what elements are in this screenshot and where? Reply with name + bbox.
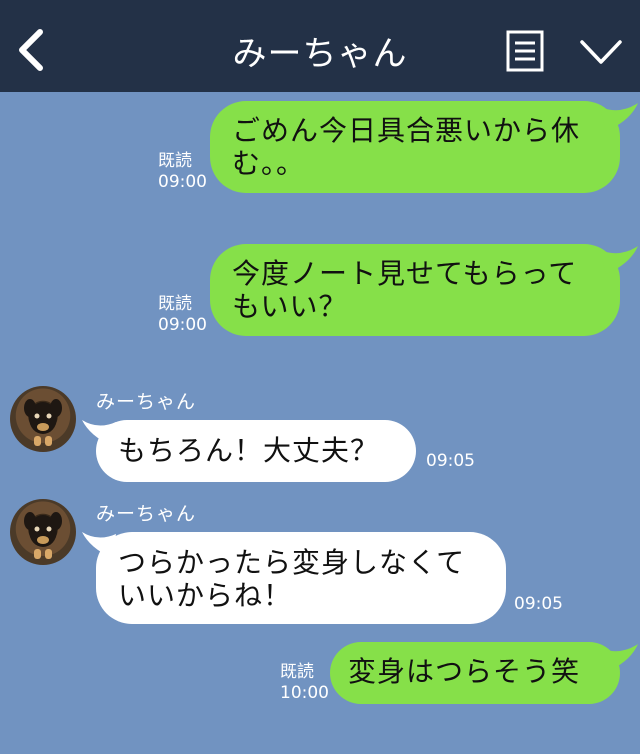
menu-button[interactable] [506, 30, 544, 72]
chat-header: みーちゃん [0, 0, 640, 92]
avatar[interactable] [10, 386, 76, 452]
read-receipt: 既読 [158, 294, 192, 314]
sender-name: みーちゃん [96, 391, 197, 413]
bubble-tail [600, 644, 638, 672]
chat-title: みーちゃん [232, 34, 408, 74]
collapse-button[interactable] [578, 36, 624, 68]
message-text-line: つらかったら変身しなくて [118, 546, 466, 579]
dog-avatar-icon [24, 399, 62, 446]
message-meta: 既読 09:00 [158, 151, 207, 193]
message-meta: 既読 10:00 [280, 662, 329, 704]
message-time: 10:00 [280, 683, 329, 703]
avatar[interactable] [10, 499, 76, 565]
menu-list-icon [506, 30, 544, 72]
message-text-line: 今度ノート見せてもらって [232, 257, 578, 290]
message-text-line: む。。 [232, 147, 306, 180]
message-time: 09:00 [158, 315, 207, 335]
dog-avatar-icon [24, 512, 62, 559]
message-meta: 既読 09:00 [158, 294, 207, 336]
message-bubble-outgoing[interactable]: ごめん今日具合悪いから休 む。。 [210, 101, 620, 193]
read-receipt: 既読 [280, 662, 314, 682]
sender-name: みーちゃん [96, 503, 197, 525]
message-text-line: ごめん今日具合悪いから休 [232, 114, 581, 147]
message-bubble-incoming[interactable]: もちろん！大丈夫？ [96, 420, 416, 482]
message-bubble-outgoing[interactable]: 変身はつらそう笑 [330, 642, 620, 704]
message-time: 09:00 [158, 172, 207, 192]
message-bubble-outgoing[interactable]: 今度ノート見せてもらって もいい？ [210, 244, 620, 336]
message-bubble-incoming[interactable]: つらかったら変身しなくて いいからね！ [96, 532, 506, 624]
bubble-tail [600, 103, 638, 131]
chevron-down-icon [580, 40, 622, 64]
message-time: 09:05 [426, 451, 475, 471]
read-receipt: 既読 [158, 151, 192, 171]
message-text-line: もちろん！大丈夫？ [118, 434, 380, 467]
message-text-line: 変身はつらそう笑 [348, 655, 581, 688]
bubble-tail [600, 246, 638, 274]
message-time: 09:05 [514, 594, 563, 614]
message-text-line: いいからね！ [118, 579, 293, 612]
message-text-line: もいい？ [232, 290, 348, 323]
